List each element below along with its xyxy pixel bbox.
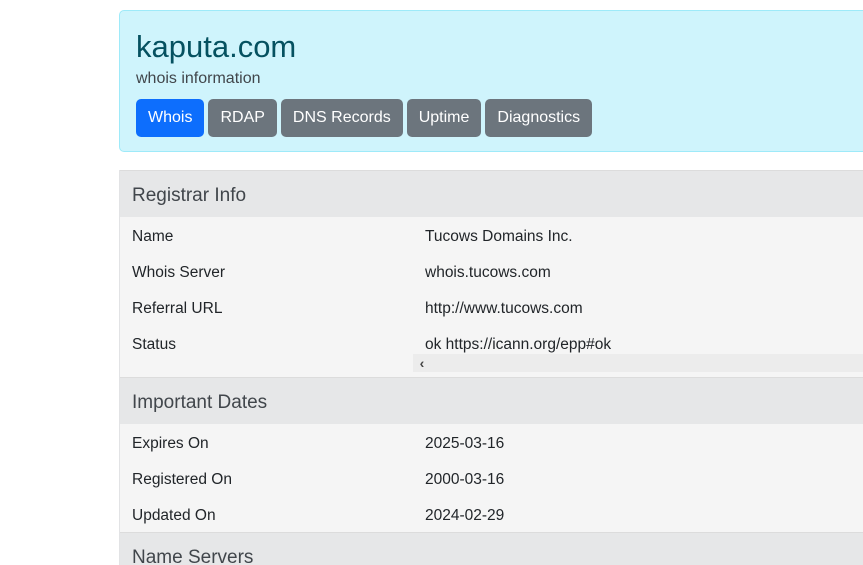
domain-header-card: kaputa.com whois information Whois RDAP …: [119, 10, 863, 152]
row-label: Name: [132, 228, 174, 245]
row-label: Referral URL: [132, 300, 223, 317]
row-value: ok https://icann.org/epp#ok: [425, 336, 612, 353]
updated-on-row: Updated On 2024-02-29: [120, 497, 863, 533]
domain-title: kaputa.com: [136, 29, 297, 64]
page: kaputa.com whois information Whois RDAP …: [0, 0, 863, 565]
row-value: 2000-03-16: [425, 471, 505, 488]
row-label: Expires On: [132, 435, 209, 452]
important-dates-title: Important Dates: [132, 392, 268, 413]
registered-on-row: Registered On 2000-03-16: [120, 461, 863, 497]
row-value: whois.tucows.com: [425, 264, 551, 281]
expires-on-row: Expires On 2025-03-16: [120, 425, 863, 461]
name-servers-header: Name Servers: [120, 532, 863, 565]
registrar-info-header: Registrar Info: [120, 170, 863, 217]
whois-info-panel: Registrar Info Name Tucows Domains Inc. …: [119, 170, 863, 565]
row-label: Whois Server: [132, 264, 226, 281]
row-value: 2024-02-29: [425, 507, 505, 524]
referral-url-row: Referral URL http://www.tucows.com: [120, 290, 863, 326]
row-value: http://www.tucows.com: [425, 300, 583, 317]
tab-diagnostics[interactable]: Diagnostics: [485, 99, 593, 137]
domain-subtitle: whois information: [136, 70, 261, 87]
row-value: Tucows Domains Inc.: [425, 228, 573, 245]
important-dates-header: Important Dates: [120, 377, 863, 424]
registrar-name-row: Name Tucows Domains Inc.: [120, 218, 863, 254]
tab-rdap[interactable]: RDAP: [208, 99, 277, 137]
scroll-left-icon[interactable]: ‹: [416, 354, 428, 372]
row-label: Updated On: [132, 507, 216, 524]
row-label: Registered On: [132, 471, 232, 488]
status-horizontal-scrollbar[interactable]: ‹: [413, 354, 863, 372]
tab-whois[interactable]: Whois: [136, 99, 205, 137]
tab-dns-records[interactable]: DNS Records: [280, 99, 403, 137]
registrar-info-title: Registrar Info: [132, 185, 247, 206]
whois-server-row: Whois Server whois.tucows.com: [120, 254, 863, 290]
name-servers-title: Name Servers: [132, 547, 254, 565]
row-label: Status: [132, 336, 176, 353]
row-value: 2025-03-16: [425, 435, 505, 452]
tab-uptime[interactable]: Uptime: [406, 99, 482, 137]
tab-bar: Whois RDAP DNS Records Uptime Diagnostic…: [136, 99, 593, 137]
